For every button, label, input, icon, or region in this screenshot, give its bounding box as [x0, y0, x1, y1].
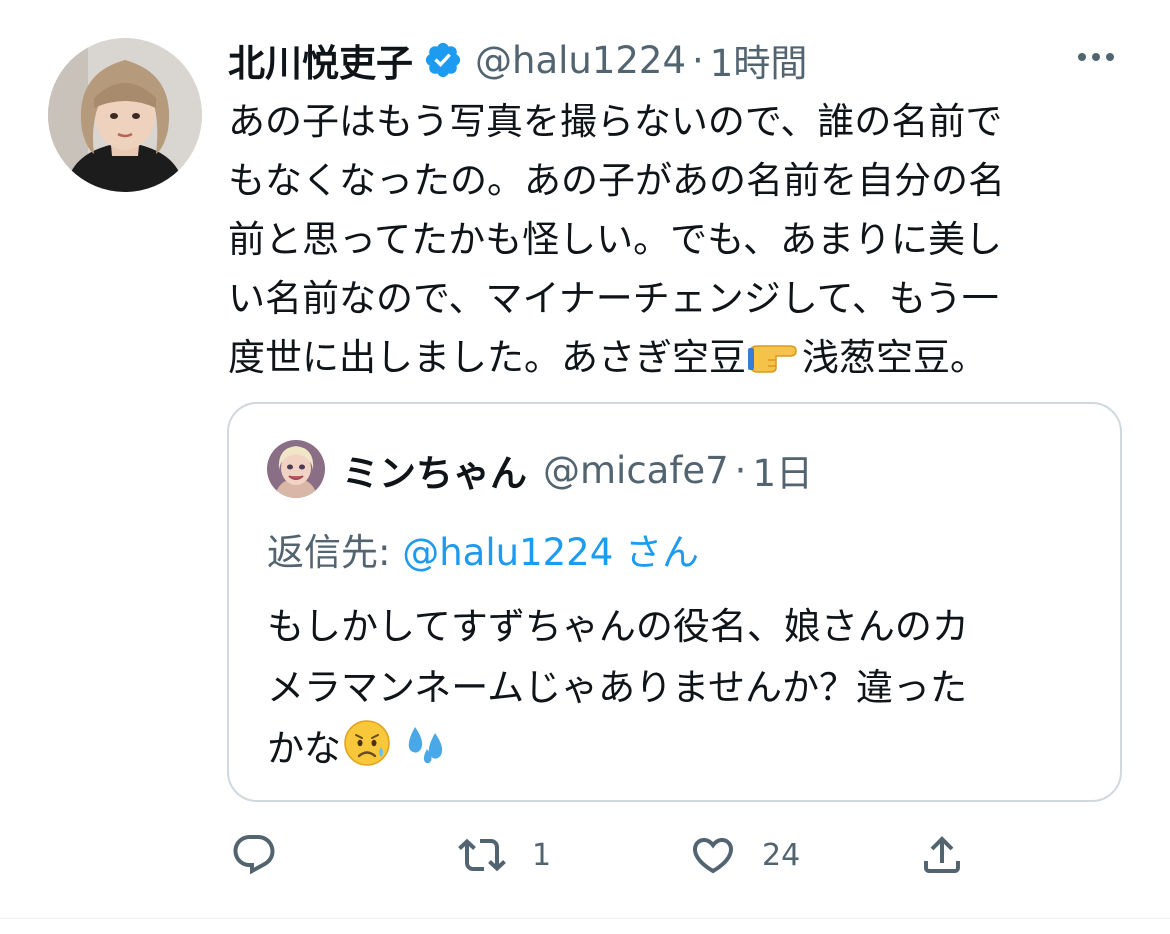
- tweet-text-line: もなくなったの。あの子があの名前を自分の名: [228, 159, 1005, 202]
- more-options-icon[interactable]: [1072, 42, 1120, 72]
- retweet-icon[interactable]: [456, 831, 508, 879]
- bottom-divider: [0, 918, 1170, 919]
- quoted-author-avatar[interactable]: [267, 440, 325, 498]
- share-icon[interactable]: [918, 831, 966, 879]
- reply-to-prefix: 返信先:: [267, 531, 403, 574]
- reply-to-line: 返信先: @halu1224 さん: [267, 522, 699, 576]
- tweet-timestamp[interactable]: 1時間: [710, 33, 808, 87]
- reply-icon[interactable]: [230, 831, 278, 879]
- retweet-button[interactable]: 1: [456, 825, 551, 885]
- quoted-timestamp[interactable]: 1日: [752, 443, 813, 497]
- tweet-header: 北川悦吏子 @halu1224 · 1時間: [228, 32, 807, 88]
- tweet-text: あの子はもう写真を撮らないので、誰の名前で もなくなったの。あの子があの名前を自分…: [228, 92, 1113, 393]
- quoted-header: ミンちゃん @micafe7 · 1日: [342, 442, 813, 498]
- quoted-display-name[interactable]: ミンちゃん: [342, 443, 527, 497]
- author-handle[interactable]: @halu1224: [475, 39, 686, 82]
- tweet-text-segment: 度世に出しました。あさぎ空豆: [228, 336, 746, 379]
- reply-button[interactable]: [230, 825, 278, 885]
- header-separator: ·: [692, 38, 704, 82]
- author-display-name[interactable]: 北川悦吏子: [228, 33, 413, 87]
- pointing-right-emoji-icon: [746, 334, 802, 393]
- tweet-text-line: い名前なので、マイナーチェンジして、もう一: [228, 277, 999, 320]
- quoted-text-line: メラマンネームじゃありませんか？違った: [267, 666, 968, 709]
- like-button[interactable]: 24: [688, 825, 800, 885]
- retweet-count: 1: [532, 837, 552, 873]
- like-count: 24: [762, 837, 801, 873]
- tweet-text-line: あの子はもう写真を撮らないので、誰の名前で: [228, 100, 1003, 143]
- tweet-action-bar: 1 24: [0, 825, 1170, 885]
- tweet-text-segment: 浅葱空豆。: [802, 336, 987, 379]
- reply-to-mention[interactable]: @halu1224 さん: [402, 531, 699, 574]
- sweat-droplets-emoji-icon: [401, 719, 453, 785]
- share-button[interactable]: [918, 825, 966, 885]
- quoted-handle[interactable]: @micafe7: [543, 449, 729, 492]
- tweet-card[interactable]: 北川悦吏子 @halu1224 · 1時間 あの子はもう写真を撮らないので、誰の…: [0, 0, 1170, 918]
- tweet-text-line: 度世に出しました。あさぎ空豆 浅葱空豆。: [228, 328, 1113, 393]
- quoted-separator: ·: [734, 448, 747, 492]
- quoted-tweet[interactable]: ミンちゃん @micafe7 · 1日 返信先: @halu1224 さん もし…: [227, 402, 1122, 802]
- quoted-text-segment: かな: [267, 727, 341, 770]
- quoted-text: もしかしてすずちゃんの役名、娘さんのカ メラマンネームじゃありませんか？違った かな: [267, 596, 1087, 785]
- heart-icon[interactable]: [688, 831, 738, 879]
- verified-badge-icon[interactable]: [423, 40, 463, 80]
- quoted-text-line: もしかしてすずちゃんの役名、娘さんのカ: [267, 605, 969, 648]
- tweet-text-line: 前と思ってたかも怪しい。でも、あまりに美し: [228, 218, 1003, 261]
- quoted-text-line: かな: [267, 718, 1087, 785]
- author-avatar[interactable]: [48, 38, 202, 192]
- sad-face-emoji-icon: [341, 719, 393, 785]
